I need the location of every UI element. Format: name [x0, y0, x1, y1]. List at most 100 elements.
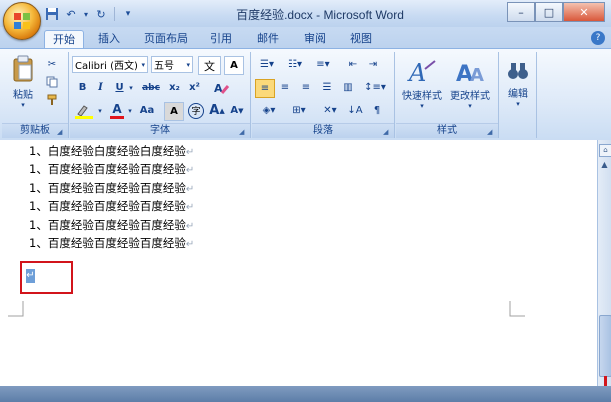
horizontal-scrollbar[interactable]: [0, 386, 611, 402]
character-shading-label: A: [170, 106, 178, 117]
close-button[interactable]: ✕: [563, 2, 605, 22]
window-title: 百度经验.docx - Microsoft Word: [236, 8, 404, 22]
clear-formatting-icon: A: [214, 82, 230, 95]
align-center-button[interactable]: ≡: [276, 79, 294, 96]
font-group: Calibri (西文) ▾ 五号 ▾ 文 A B I U ▾ abc x₂ x…: [70, 52, 251, 138]
cut-icon[interactable]: ✂: [44, 56, 60, 72]
scroll-thumb[interactable]: [599, 315, 611, 377]
editing-group: 编辑 ▾: [500, 52, 537, 138]
quick-styles-icon: A: [407, 59, 436, 87]
change-case-button[interactable]: Aa: [136, 102, 158, 119]
quick-styles-dropdown-icon: ▾: [420, 101, 424, 110]
bullets-button[interactable]: ☰▾: [254, 56, 280, 73]
tab-review[interactable]: 审阅: [297, 30, 333, 48]
sort-button[interactable]: ↓A: [346, 102, 364, 119]
tab-page-layout[interactable]: 页面布局: [138, 30, 194, 48]
shrink-font-label: A: [230, 105, 239, 116]
undo-dropdown-icon[interactable]: ▾: [82, 6, 90, 22]
document-line: 1、百度经验百度经验百度经验↵: [29, 198, 194, 214]
format-painter-icon[interactable]: [44, 92, 60, 108]
paste-dropdown-icon: ▾: [21, 101, 25, 109]
font-launcher-icon[interactable]: ◢: [239, 128, 247, 136]
help-icon[interactable]: ?: [591, 31, 605, 45]
editing-button[interactable]: 编辑 ▾: [502, 55, 534, 113]
align-left-button[interactable]: ≡: [255, 79, 275, 98]
superscript-button[interactable]: x²: [186, 79, 203, 96]
paragraph-mark-icon: ↵: [185, 221, 195, 232]
document-line: 1、百度经验百度经验百度经验↵: [29, 235, 194, 251]
strikethrough-button[interactable]: abc: [140, 79, 162, 96]
paste-button[interactable]: 粘贴 ▾: [8, 55, 38, 109]
styles-launcher-icon[interactable]: ◢: [487, 128, 495, 136]
distributed-button[interactable]: ▥: [339, 79, 357, 96]
svg-text:A: A: [470, 65, 484, 86]
decrease-indent-button[interactable]: ⇤: [344, 56, 362, 73]
sort-asian-button[interactable]: ✕▾: [318, 102, 342, 119]
tab-insert[interactable]: 插入: [91, 30, 127, 48]
scroll-up-icon[interactable]: ▲: [599, 160, 610, 172]
tab-home[interactable]: 开始: [44, 30, 84, 49]
document-line: 1、白度经验白度经验白度经验↵: [29, 143, 194, 159]
enclose-characters-button[interactable]: 字: [186, 102, 206, 119]
borders-button[interactable]: ⊞▾: [285, 102, 313, 119]
page-corner-bottom-right: [509, 301, 525, 317]
paste-icon: [13, 55, 33, 82]
customize-qat-icon[interactable]: ▾: [120, 6, 136, 22]
document-page[interactable]: 1、白度经验白度经验白度经验↵ 1、百度经验百度经验百度经验↵ 1、百度经验百度…: [0, 140, 597, 386]
clipboard-launcher-icon[interactable]: ◢: [57, 128, 65, 136]
redo-icon[interactable]: ↻: [93, 6, 109, 22]
underline-dropdown-icon[interactable]: ▾: [127, 79, 135, 96]
clear-formatting-button[interactable]: A: [210, 79, 232, 96]
highlight-dropdown-icon[interactable]: ▾: [96, 102, 104, 119]
tab-view[interactable]: 视图: [343, 30, 379, 48]
tab-references[interactable]: 引用: [203, 30, 239, 48]
save-icon[interactable]: [44, 6, 60, 22]
increase-indent-button[interactable]: ⇥: [364, 56, 382, 73]
subscript-button[interactable]: x₂: [166, 79, 183, 96]
paragraph-mark-icon: ↵: [185, 202, 195, 213]
document-line: 1、百度经验百度经验百度经验↵: [29, 161, 194, 177]
paragraph-mark-icon: ↵: [185, 165, 195, 176]
tab-mailings[interactable]: 邮件: [250, 30, 286, 48]
font-color-button[interactable]: A: [108, 102, 126, 119]
multilevel-list-button[interactable]: ≡▾: [310, 56, 336, 73]
paragraph-mark-icon: ↵: [185, 184, 195, 195]
highlight-button[interactable]: [72, 102, 96, 119]
minimize-button[interactable]: –: [507, 2, 535, 22]
phonetic-guide-button[interactable]: 文: [198, 56, 221, 75]
quick-access-toolbar: ↶ ▾ ↻ ▾: [44, 5, 136, 23]
character-shading-button[interactable]: A: [164, 102, 184, 121]
underline-button[interactable]: U: [111, 79, 128, 96]
office-button[interactable]: [3, 2, 41, 40]
maximize-button[interactable]: □: [535, 2, 563, 22]
quick-styles-button[interactable]: A 快速样式 ▾: [398, 55, 446, 113]
shrink-font-button[interactable]: A ▼: [228, 102, 246, 119]
line-spacing-button[interactable]: ↕≡▾: [362, 79, 388, 96]
ruler-toggle-icon[interactable]: ⌂: [599, 144, 611, 157]
line-text: 1、白度经验白度经验白度经验: [29, 144, 186, 158]
document-line: 1、百度经验百度经验百度经验↵: [29, 217, 194, 233]
highlight-icon: [75, 104, 93, 119]
bold-button[interactable]: B: [74, 79, 91, 96]
font-name-select[interactable]: Calibri (西文) ▾: [72, 56, 148, 73]
copy-icon[interactable]: [44, 74, 60, 90]
paragraph-launcher-icon[interactable]: ◢: [383, 128, 391, 136]
font-size-select[interactable]: 五号 ▾: [151, 56, 193, 73]
line-text: 1、百度经验百度经验百度经验: [29, 162, 186, 176]
grow-font-button[interactable]: A ▲: [208, 102, 226, 119]
font-color-dropdown-icon[interactable]: ▾: [126, 102, 134, 119]
undo-icon[interactable]: ↶: [63, 6, 79, 22]
vertical-scrollbar[interactable]: ⌂ ▲: [597, 140, 611, 386]
numbering-button[interactable]: ☷▾: [282, 56, 308, 73]
clipboard-group: 粘贴 ▾ ✂ 剪贴板 ◢: [2, 52, 69, 138]
justify-button[interactable]: ☰: [318, 79, 336, 96]
show-marks-button[interactable]: ¶: [368, 102, 386, 119]
character-border-button[interactable]: A: [224, 56, 244, 75]
italic-button[interactable]: I: [92, 79, 109, 96]
ribbon-tabs: 开始 插入 页面布局 引用 邮件 审阅 视图: [0, 27, 611, 49]
font-group-label: 字体: [70, 123, 250, 138]
change-styles-button[interactable]: AA 更改样式 ▾: [446, 55, 494, 113]
shading-button[interactable]: ◈▾: [255, 102, 283, 119]
styles-group: A 快速样式 ▾ AA 更改样式 ▾ 样式 ◢: [396, 52, 499, 138]
align-right-button[interactable]: ≡: [297, 79, 315, 96]
